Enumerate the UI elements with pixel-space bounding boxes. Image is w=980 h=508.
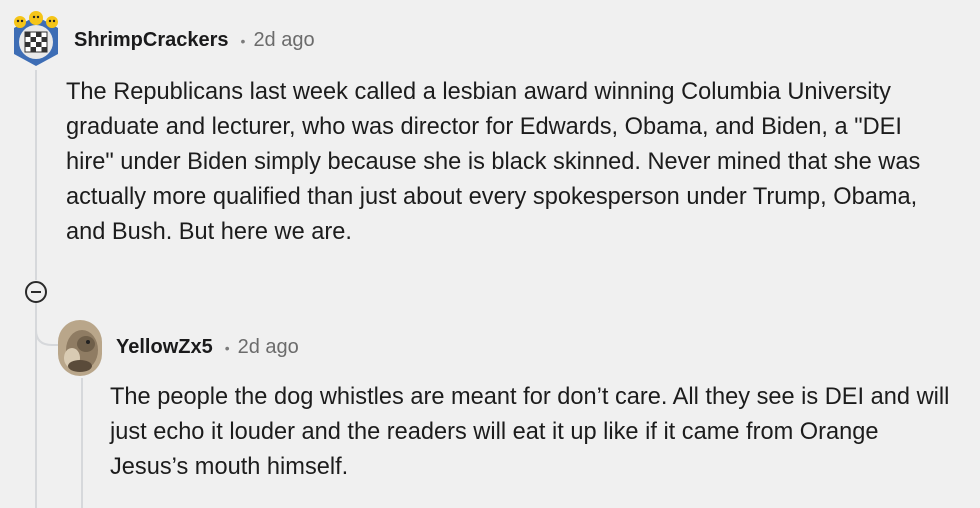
thread-line-parent[interactable]	[35, 70, 37, 280]
meta-separator: •	[240, 32, 246, 49]
timestamp[interactable]: 2d ago	[238, 336, 299, 359]
collapse-bar	[31, 291, 41, 293]
comment-body: The Republicans last week called a lesbi…	[66, 79, 921, 245]
comment-meta: YellowZx5 • 2d ago	[116, 336, 299, 359]
timestamp[interactable]: 2d ago	[253, 29, 314, 52]
snoo-avatar-icon	[14, 11, 58, 66]
comment-body: The people the dog whistles are meant fo…	[110, 384, 950, 480]
username-link[interactable]: ShrimpCrackers	[74, 29, 229, 52]
user-photo-avatar-icon	[58, 320, 102, 376]
meta-separator: •	[224, 339, 230, 356]
avatar[interactable]	[10, 10, 62, 68]
username-link[interactable]: YellowZx5	[116, 336, 213, 359]
collapse-minus-icon[interactable]	[25, 281, 47, 303]
avatar[interactable]	[58, 320, 102, 376]
comment-meta: ShrimpCrackers • 2d ago	[74, 29, 315, 52]
thread-line-reply[interactable]	[81, 378, 83, 508]
